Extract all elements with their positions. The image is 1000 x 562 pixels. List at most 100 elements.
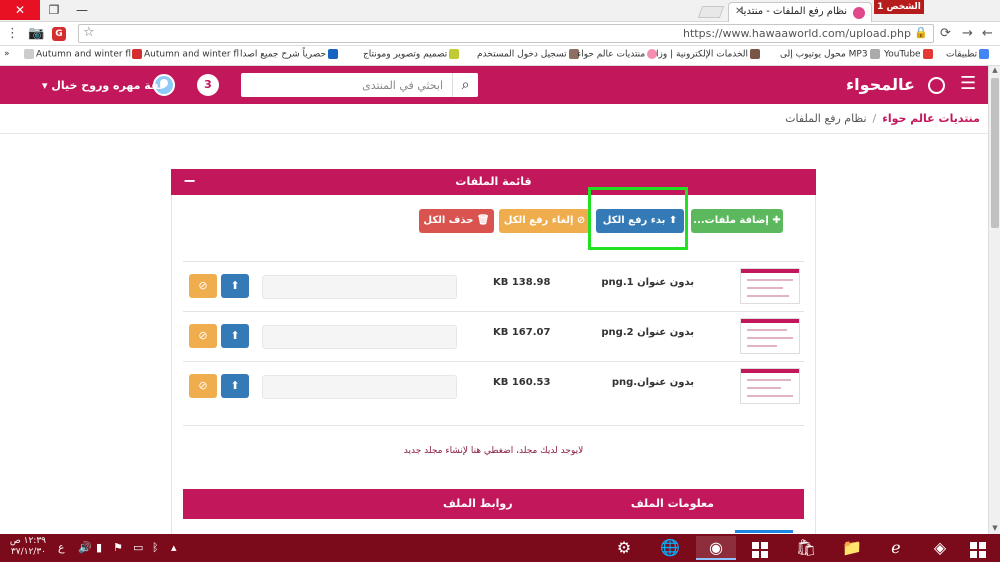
lock-icon[interactable]: 🔒 <box>914 26 928 39</box>
taskbar-app-tools[interactable]: ⚙ <box>604 536 644 560</box>
tab-close-icon[interactable]: ✕ <box>735 6 743 17</box>
add-files-button[interactable]: ✚ إضافة ملفات... <box>691 209 783 233</box>
cancel-icon: ⊘ <box>198 279 208 292</box>
windows-taskbar: ١٢:٣٩ ص ٣٧/١٢/٣٠ ع 🔊 ▮ ⚑ ▭ ᛒ ▴ ⚙ 🌐 ◉ 🛍 📁 … <box>0 534 1000 562</box>
new-tab-button[interactable] <box>697 6 725 18</box>
chrome-icon: ◉ <box>709 538 723 557</box>
upload-file-button[interactable]: ⬆ <box>221 274 249 298</box>
notification-badge[interactable]: 3 <box>197 74 219 96</box>
camera-icon[interactable]: 📷 <box>28 25 44 43</box>
breadcrumb-home[interactable]: منتديات عالم حواء <box>882 112 980 125</box>
language-indicator[interactable]: ع <box>58 541 65 554</box>
bookmark-youtube[interactable]: YouTube <box>884 49 935 60</box>
reload-icon[interactable]: ⟳ <box>940 25 951 43</box>
upload-icon: ⬆ <box>230 379 240 392</box>
cancel-icon: ⊘ <box>198 329 208 342</box>
window-maximize-button[interactable]: ❐ <box>40 0 68 20</box>
taskbar-app-store[interactable]: 🛍 <box>786 536 826 560</box>
profile-badge[interactable]: الشخص 1 <box>874 0 924 14</box>
browser-tab[interactable]: نظام رفع الملفات - منتديا ✕ <box>728 2 872 22</box>
upload-icon: ⬆ <box>230 329 240 342</box>
search-icon: ⌕ <box>461 77 470 93</box>
back-icon[interactable]: ← <box>982 25 993 43</box>
search-button[interactable]: ⌕ <box>452 73 478 97</box>
delete-all-button[interactable]: 🗑 حذف الكل <box>419 209 494 233</box>
column-file-info: معلومات الملف <box>630 497 714 510</box>
file-name: بدون عنوان 2.png <box>601 327 694 338</box>
file-thumbnail <box>740 268 800 304</box>
extension-icon[interactable]: G <box>52 27 66 41</box>
site-icon <box>328 49 339 59</box>
network-icon[interactable]: ▮ <box>96 541 102 554</box>
partial-element <box>735 530 793 533</box>
bookmark-hawaa[interactable]: منتديات عالم حواء <box>577 49 659 60</box>
page-scrollbar[interactable]: ▲ ▼ <box>988 66 1000 534</box>
taskbar-app-chrome[interactable]: ◉ <box>696 536 736 560</box>
bookmarks-bar: » Autumn and winter fl Autumn and winter… <box>0 46 1000 66</box>
panel-header: قائمة الملفات − <box>171 169 816 195</box>
highlight-box <box>588 187 688 250</box>
scroll-down-arrow-icon[interactable]: ▼ <box>989 524 1000 534</box>
user-menu[interactable]: عفة مهره وروح خيال ▾ <box>42 79 166 92</box>
window-close-button[interactable]: ✕ <box>0 0 40 20</box>
bluetooth-icon[interactable]: ᛒ <box>152 541 159 554</box>
scroll-thumb[interactable] <box>991 78 999 228</box>
start-button[interactable] <box>958 536 998 560</box>
bookmarks-more[interactable]: » <box>4 49 10 59</box>
cancel-file-button[interactable]: ⊘ <box>189 324 217 348</box>
bookmark-star-icon[interactable]: ☆ <box>83 25 95 40</box>
hamburger-menu-icon[interactable]: ☰ <box>960 73 976 95</box>
clock[interactable]: ١٢:٣٩ ص ٣٧/١٢/٣٠ <box>6 536 46 558</box>
media-icon: ◈ <box>933 538 947 557</box>
upload-progress-bar <box>262 375 457 399</box>
file-name: بدون عنوان 1.png <box>601 277 694 288</box>
window-minimize-button[interactable]: — <box>68 0 96 20</box>
upload-file-button[interactable]: ⬆ <box>221 374 249 398</box>
flag-icon[interactable]: ⚑ <box>113 541 123 554</box>
file-thumbnail <box>740 368 800 404</box>
show-hidden-icons-icon[interactable]: ▴ <box>171 541 177 554</box>
file-row: بدون عنوان.png KB 160.53 ⬆ ⊘ <box>183 361 804 410</box>
taskbar-app-explorer[interactable]: 📁 <box>832 536 872 560</box>
file-row: بدون عنوان 1.png KB 138.98 ⬆ ⊘ <box>183 261 804 310</box>
search-box <box>241 73 478 97</box>
tools-icon: ⚙ <box>616 538 632 557</box>
forward-icon[interactable]: → <box>962 25 973 43</box>
file-thumbnail <box>740 318 800 354</box>
bookmark-apps[interactable]: تطبيقات <box>946 49 991 60</box>
taskbar-app-ie[interactable]: ℯ <box>876 536 916 560</box>
bookmark-design[interactable]: تصميم وتصوير ومونتاج <box>363 49 461 60</box>
collapse-toggle[interactable]: − <box>183 171 196 190</box>
bookmark-autumn-2[interactable]: Autumn and winter fl <box>130 49 239 60</box>
logo-flower-icon <box>928 77 945 94</box>
cancel-upload-all-button[interactable]: ⊘ إلغاء رفع الكل <box>499 209 590 233</box>
file-size: KB 167.07 <box>493 327 551 338</box>
upload-file-button[interactable]: ⬆ <box>221 324 249 348</box>
menu-dots-icon[interactable]: ⋮ <box>6 25 19 43</box>
clock-time: ١٢:٣٩ ص <box>9 536 46 546</box>
divider <box>183 425 804 426</box>
taskbar-app-internet[interactable]: 🌐 <box>650 536 690 560</box>
file-row: بدون عنوان 2.png KB 167.07 ⬆ ⊘ <box>183 311 804 360</box>
taskbar-app-windows[interactable] <box>740 536 780 560</box>
user-name: عفة مهره وروح خيال <box>51 79 167 92</box>
bookmark-eservices[interactable]: الخدمات الإلكترونية | وزا <box>656 49 762 60</box>
address-bar[interactable]: ☆ https://www.hawaaworld.com/upload.php … <box>78 24 934 43</box>
taskbar-app-media[interactable]: ◈ <box>920 536 960 560</box>
cancel-file-button[interactable]: ⊘ <box>189 374 217 398</box>
bookmark-login[interactable]: تسجيل دخول المستخدم <box>477 49 581 60</box>
scroll-up-arrow-icon[interactable]: ▲ <box>989 66 1000 76</box>
bookmark-mp3[interactable]: محول يوتيوب إلى MP3 <box>780 49 882 60</box>
create-folder-link[interactable]: لايوجد لديك مجلد، اضغطي هنا لإنشاء مجلد … <box>183 446 804 456</box>
caret-down-icon: ▾ <box>42 79 48 92</box>
bookmark-autumn-1[interactable]: Autumn and winter fl <box>22 49 131 60</box>
volume-icon[interactable]: 🔊 <box>78 541 92 554</box>
search-input[interactable] <box>241 73 451 97</box>
divider <box>0 133 990 134</box>
site-logo[interactable]: عالمحواء <box>846 75 915 95</box>
tab-title: نظام رفع الملفات - منتديا <box>740 6 847 17</box>
display-icon[interactable]: ▭ <box>133 541 143 554</box>
cancel-file-button[interactable]: ⊘ <box>189 274 217 298</box>
breadcrumb: منتديات عالم حواء / نظام رفع الملفات <box>785 112 980 125</box>
bookmark-exclusive[interactable]: حصرياً شرح جميع اصدا <box>240 49 340 60</box>
